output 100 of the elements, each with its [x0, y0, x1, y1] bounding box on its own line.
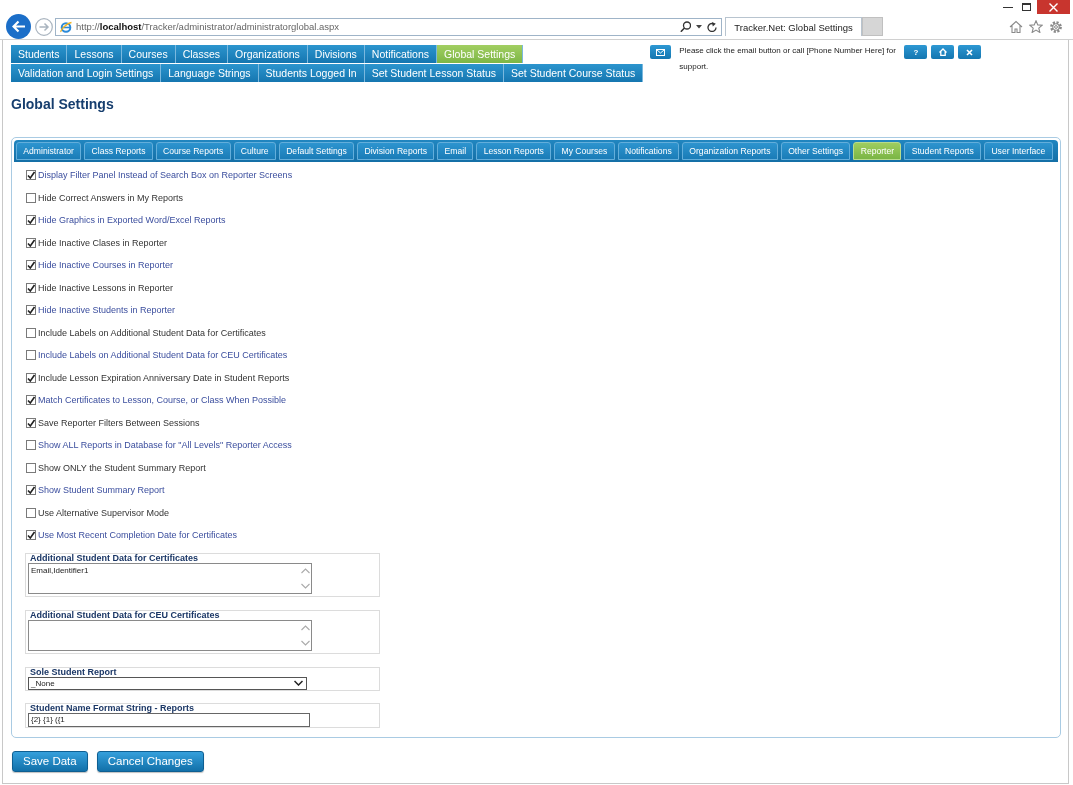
browser-tab[interactable]: Tracker.Net: Global Settings: [725, 17, 862, 36]
chevron-down-icon: [294, 680, 303, 686]
minimize-icon: [1002, 6, 1013, 8]
maximize-icon: [1022, 3, 1031, 11]
menu-tab[interactable]: Classes: [175, 45, 229, 63]
dropdown[interactable]: _None: [28, 676, 307, 690]
text-field[interactable]: {2} {1} ({1: [28, 712, 310, 727]
settings-icon[interactable]: [1049, 19, 1063, 34]
page-title: Global Settings: [11, 95, 115, 114]
settings-tab[interactable]: Notifications: [617, 142, 680, 160]
checkmark-icon: [27, 171, 35, 180]
save-button[interactable]: Save Data: [12, 750, 88, 772]
checkbox[interactable]: [26, 282, 36, 293]
option-label: Use Most Recent Completion Date for Certificates: [38, 530, 238, 541]
checkbox[interactable]: [26, 462, 36, 473]
address-bar[interactable]: http://localhost/Tracker/administrator/administratorglobal.aspx: [55, 17, 722, 36]
option-label: Hide Graphics in Exported Word/Excel Reports: [38, 215, 226, 226]
checkbox[interactable]: [26, 395, 36, 406]
settings-tab[interactable]: Student Reports: [904, 142, 982, 160]
menu-tab[interactable]: Language Strings: [161, 64, 259, 82]
checkbox[interactable]: [26, 350, 36, 361]
settings-tab[interactable]: Organization Reports: [682, 142, 778, 160]
menu-tab[interactable]: Courses: [121, 45, 176, 63]
checkbox[interactable]: [26, 507, 36, 518]
close-window-button[interactable]: [1037, 0, 1070, 14]
menu-tab[interactable]: Global Settings: [437, 45, 524, 63]
option-label: Hide Correct Answers in My Reports: [38, 192, 184, 203]
envelope-icon: [656, 48, 666, 56]
checkbox[interactable]: [26, 260, 36, 271]
option-label: Show Student Summary Report: [38, 485, 165, 496]
checkbox[interactable]: [26, 417, 36, 428]
settings-tab[interactable]: Other Settings: [780, 142, 851, 160]
refresh-icon[interactable]: [707, 21, 717, 32]
settings-tab[interactable]: Lesson Reports: [476, 142, 552, 160]
menu-tab[interactable]: Lessons: [67, 45, 122, 63]
checkmark-icon: [27, 531, 35, 540]
settings-tab[interactable]: Email: [437, 142, 474, 160]
option-label: Match Certificates to Lesson, Course, or Class When Possible: [38, 395, 287, 406]
email-button[interactable]: [650, 45, 672, 59]
option-label: Include Lesson Expiration Anniversary Date in Student Reports: [38, 372, 290, 383]
close-icon: [966, 48, 974, 56]
menu-tab[interactable]: Students Logged In: [258, 64, 365, 82]
home-button[interactable]: [931, 45, 955, 59]
settings-tab[interactable]: Division Reports: [357, 142, 435, 160]
settings-tab[interactable]: Administrator: [16, 142, 82, 160]
checkmark-icon: [27, 306, 35, 315]
home-icon[interactable]: [1009, 20, 1023, 33]
settings-tab[interactable]: My Courses: [554, 142, 615, 160]
star-icon[interactable]: [1029, 20, 1043, 33]
checkbox[interactable]: [26, 327, 36, 338]
checkmark-icon: [27, 373, 35, 382]
option-label: Hide Inactive Students in Reporter: [38, 305, 176, 316]
option-label: Save Reporter Filters Between Sessions: [38, 417, 200, 428]
checkmark-icon: [27, 418, 35, 427]
option-label: Show ONLY the Student Summary Report: [38, 462, 206, 473]
field-label: Student Name Format String - Reports: [29, 703, 195, 713]
option-label: Include Labels on Additional Student Data for Certificates: [38, 327, 266, 338]
checkbox[interactable]: [26, 215, 36, 226]
support-message: Please click the email button or call [Phone Number Here] for support.: [679, 45, 897, 73]
option-label: Show ALL Reports in Database for "All Levels" Reporter Access: [38, 440, 292, 451]
checkmark-icon: [27, 216, 35, 225]
field-label: Additional Student Data for CEU Certificates: [29, 610, 221, 620]
menu-tab[interactable]: Divisions: [307, 45, 365, 63]
checkmark-icon: [27, 283, 35, 292]
checkbox[interactable]: [26, 237, 36, 248]
menu-tab[interactable]: Set Student Lesson Status: [364, 64, 504, 82]
checkbox[interactable]: [26, 440, 36, 451]
settings-tab[interactable]: Class Reports: [84, 142, 153, 160]
back-button[interactable]: [6, 14, 31, 39]
close-button[interactable]: [958, 45, 982, 59]
option-label: Hide Inactive Lessons in Reporter: [38, 282, 174, 293]
option-label: Use Alternative Supervisor Mode: [38, 507, 170, 518]
menu-tab[interactable]: Notifications: [364, 45, 438, 63]
option-label: Hide Inactive Clases in Reporter: [38, 237, 168, 248]
search-icon[interactable]: [680, 21, 691, 32]
checkbox[interactable]: [26, 192, 36, 203]
checkmark-icon: [27, 261, 35, 270]
checkbox[interactable]: [26, 305, 36, 316]
menu-tab[interactable]: Validation and Login Settings: [11, 64, 162, 82]
option-label: Include Labels on Additional Student Data for CEU Certificates: [38, 350, 288, 361]
settings-tab[interactable]: Course Reports: [155, 142, 231, 160]
caret-down-icon[interactable]: [696, 24, 702, 29]
checkbox[interactable]: [26, 485, 36, 496]
settings-tab[interactable]: User Interface: [984, 142, 1053, 160]
help-button[interactable]: ?: [904, 45, 928, 59]
checkbox[interactable]: [26, 372, 36, 383]
settings-tab[interactable]: Reporter: [853, 142, 902, 160]
checkmark-icon: [27, 396, 35, 405]
settings-tab[interactable]: Default Settings: [278, 142, 355, 160]
checkbox[interactable]: [26, 170, 36, 181]
menu-tab[interactable]: Organizations: [228, 45, 308, 63]
checkbox[interactable]: [26, 530, 36, 541]
menu-tab[interactable]: Set Student Course Status: [504, 64, 644, 82]
option-label: Hide Inactive Courses in Reporter: [38, 260, 174, 271]
cancel-button[interactable]: Cancel Changes: [96, 750, 204, 772]
site-icon: [60, 20, 72, 33]
settings-tab[interactable]: Culture: [233, 142, 276, 160]
field-label: Sole Student Report: [29, 667, 118, 677]
menu-tab[interactable]: Students: [11, 45, 68, 63]
field-label: Additional Student Data for Certificates: [29, 553, 200, 563]
